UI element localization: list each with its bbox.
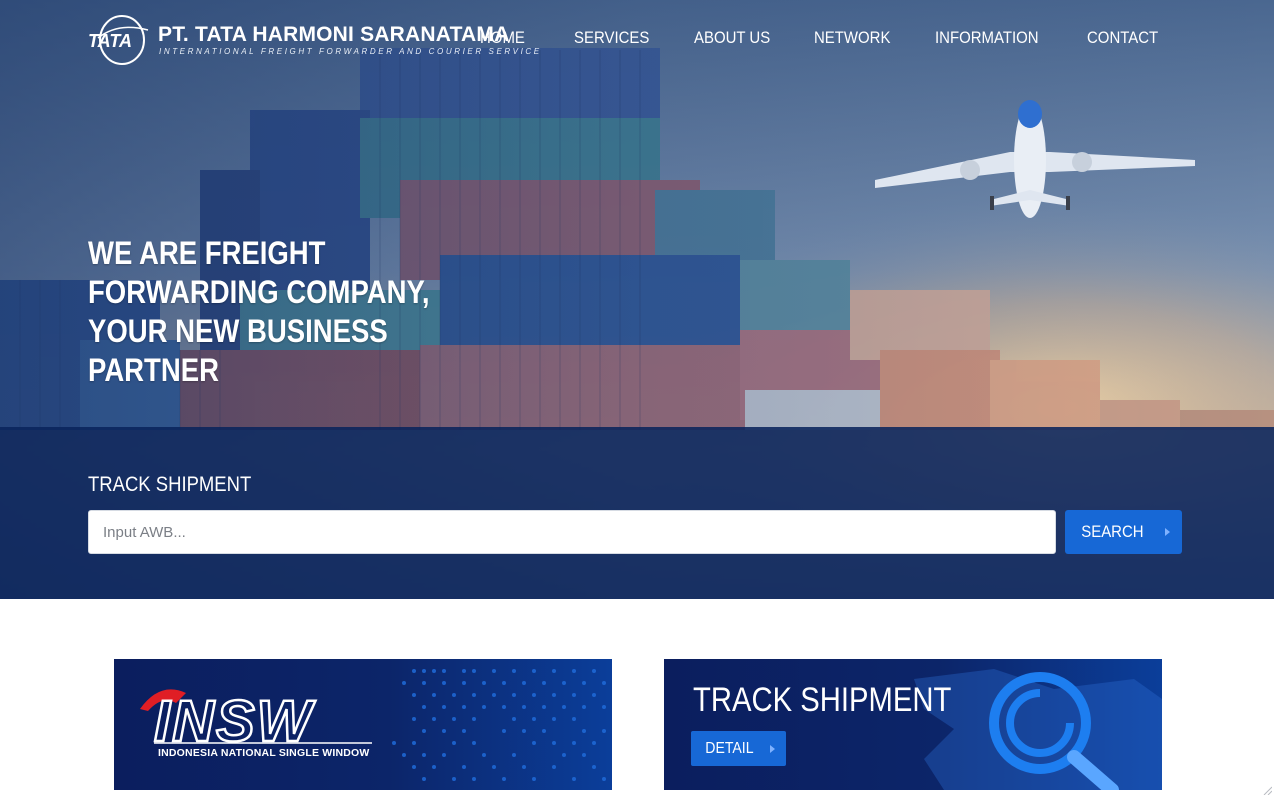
insw-banner-graphic: INSW: [140, 669, 606, 781]
insw-banner[interactable]: INSW INDONESIA NATIONAL SINGLE WINDOW: [114, 659, 612, 790]
nav-home[interactable]: HOME: [480, 28, 525, 48]
nav-information[interactable]: INFORMATION: [935, 28, 1039, 48]
nav-contact[interactable]: CONTACT: [1087, 28, 1158, 48]
track-shipment-banner[interactable]: TRACK SHIPMENT DETAIL: [664, 659, 1162, 790]
search-button[interactable]: SEARCH: [1065, 510, 1182, 554]
resize-grip-icon[interactable]: [1262, 785, 1272, 795]
nav-network[interactable]: NETWORK: [814, 28, 890, 48]
chevron-right-icon: [770, 744, 776, 753]
detail-button[interactable]: DETAIL: [691, 731, 786, 766]
search-button-label: SEARCH: [1080, 522, 1144, 541]
track-banner-title: TRACK SHIPMENT: [693, 681, 952, 719]
track-banner-graphic: [914, 669, 1162, 790]
world-map-icon: [392, 669, 606, 781]
main-nav: HOME SERVICES ABOUT US NETWORK INFORMATI…: [480, 28, 1168, 48]
brand-tagline: INTERNATIONAL FREIGHT FORWARDER AND COUR…: [159, 47, 542, 56]
chevron-right-icon: [1165, 528, 1171, 536]
tata-globe-icon: TATA: [88, 15, 149, 65]
hero-section: TATA PT. TATA HARMONI SARANATAMA INTERNA…: [0, 0, 1274, 599]
nav-services[interactable]: SERVICES: [574, 28, 649, 48]
brand-name: PT. TATA HARMONI SARANATAMA: [158, 23, 510, 46]
insw-subtitle: INDONESIA NATIONAL SINGLE WINDOW: [158, 747, 370, 759]
brand-mark-text: TATA: [88, 31, 132, 51]
nav-about-us[interactable]: ABOUT US: [694, 28, 770, 48]
insw-logo-text: INSW: [154, 689, 316, 754]
hero-headline: WE ARE FREIGHT FORWARDING COMPANY, YOUR …: [88, 235, 430, 388]
track-shipment-title: TRACK SHIPMENT: [88, 473, 252, 496]
detail-button-label: DETAIL: [704, 739, 754, 757]
brand-logo[interactable]: TATA PT. TATA HARMONI SARANATAMA INTERNA…: [88, 14, 539, 66]
awb-input[interactable]: [88, 510, 1056, 554]
